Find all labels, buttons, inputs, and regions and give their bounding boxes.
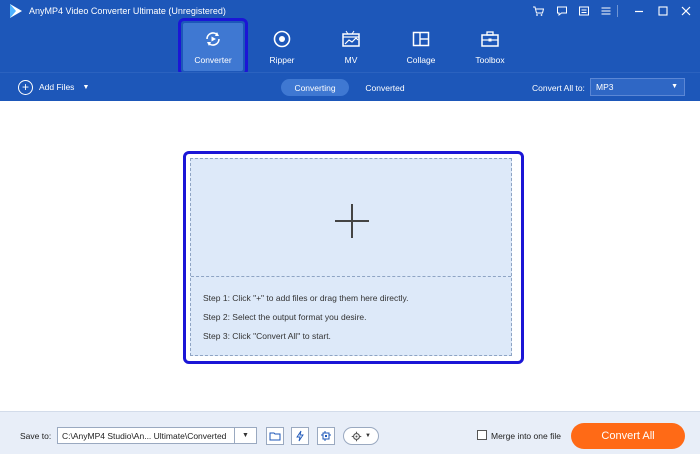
step-1-text: Step 1: Click "+" to add files or drag t… <box>203 293 409 303</box>
ripper-icon <box>271 28 293 50</box>
tab-converting[interactable]: Converting <box>281 79 349 96</box>
nav-label: MV <box>344 55 358 65</box>
merge-checkbox[interactable] <box>477 430 487 440</box>
chevron-down-icon: ▼ <box>671 83 678 90</box>
settings-button[interactable]: ▼ <box>343 427 379 445</box>
nav-converter[interactable]: Converter <box>178 18 248 76</box>
menu-lines-icon[interactable] <box>597 2 615 20</box>
file-drop-area[interactable]: Step 1: Click "+" to add files or drag t… <box>190 158 512 356</box>
step-2-text: Step 2: Select the output format you des… <box>203 312 367 322</box>
converter-icon <box>202 28 224 50</box>
nav-label: Collage <box>406 55 436 65</box>
app-title: AnyMP4 Video Converter Ultimate (Unregis… <box>29 6 226 16</box>
plus-icon: + <box>18 79 33 95</box>
save-path-field[interactable]: C:\AnyMP4 Studio\An... Ultimate\Converte… <box>57 427 257 444</box>
mv-icon <box>340 28 362 50</box>
maximize-icon[interactable] <box>654 2 672 20</box>
nav-label: Ripper <box>269 55 295 65</box>
toolbox-icon <box>479 28 501 50</box>
add-files-button[interactable]: + Add Files ▼ <box>18 78 89 96</box>
close-icon[interactable] <box>677 2 695 20</box>
nav-label: Toolbox <box>475 55 505 65</box>
chat-icon[interactable] <box>553 2 571 20</box>
merge-label[interactable]: Merge into one file <box>491 431 561 441</box>
collage-icon <box>410 28 432 50</box>
divider <box>191 276 511 277</box>
convert-all-button[interactable]: Convert All <box>571 423 685 449</box>
app-logo <box>10 4 22 18</box>
add-files-label: Add Files <box>39 82 75 92</box>
nav-mv[interactable]: MV <box>316 23 386 73</box>
bottom-bar: Save to: C:\AnyMP4 Studio\An... Ultimate… <box>0 411 700 454</box>
save-path-value: C:\AnyMP4 Studio\An... Ultimate\Converte… <box>62 430 227 441</box>
output-format-value: MP3 <box>596 82 614 92</box>
gpu-acceleration-on-icon[interactable] <box>317 427 335 445</box>
toolbar: + Add Files ▼ Converting Converted Conve… <box>0 72 700 101</box>
convert-all-to-label: Convert All to: <box>532 83 585 93</box>
nav-collage[interactable]: Collage <box>386 23 456 73</box>
chevron-down-icon[interactable]: ▼ <box>234 428 256 443</box>
nav-toolbox[interactable]: Toolbox <box>455 23 525 73</box>
tab-converted[interactable]: Converted <box>356 79 414 96</box>
gear-icon <box>351 431 362 441</box>
add-plus-icon[interactable] <box>335 204 369 238</box>
nav-ripper[interactable]: Ripper <box>247 23 317 73</box>
title-bar: AnyMP4 Video Converter Ultimate (Unregis… <box>0 0 700 76</box>
minimize-icon[interactable] <box>630 2 648 20</box>
chevron-down-icon[interactable]: ▼ <box>82 84 89 91</box>
nav-label: Converter <box>194 55 232 65</box>
menu-icon[interactable] <box>575 2 593 20</box>
hardware-acceleration-off-icon[interactable] <box>291 427 309 445</box>
save-to-label: Save to: <box>20 431 52 441</box>
step-3-text: Step 3: Click "Convert All" to start. <box>203 331 331 341</box>
folder-icon[interactable] <box>266 427 284 445</box>
cart-icon[interactable] <box>529 2 547 20</box>
chevron-down-icon: ▼ <box>365 433 371 439</box>
output-format-select[interactable]: MP3 ▼ <box>590 78 685 96</box>
divider <box>617 5 618 17</box>
